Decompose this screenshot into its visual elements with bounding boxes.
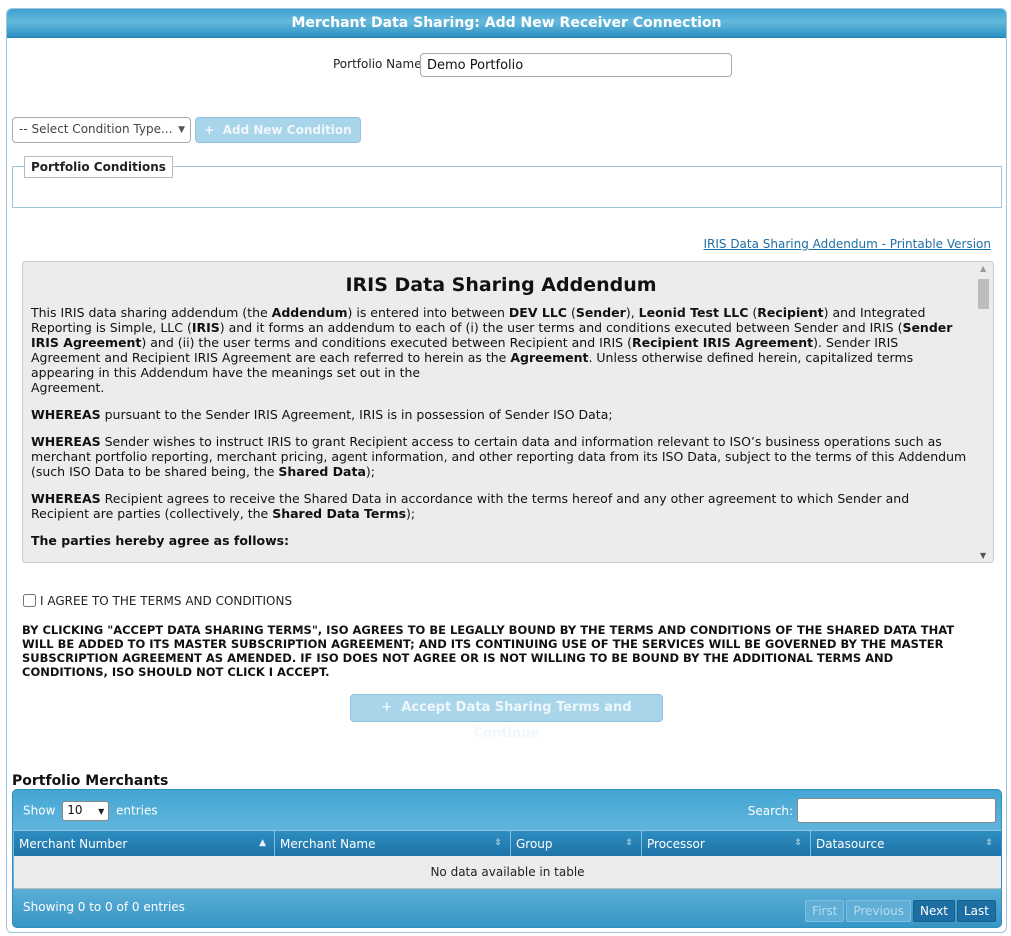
portfolio-name-input[interactable] [420,53,732,77]
search-input[interactable] [797,798,996,823]
addendum-title: IRIS Data Sharing Addendum [345,274,657,296]
legal-notice: BY CLICKING "ACCEPT DATA SHARING TERMS",… [22,623,955,679]
entries-label: entries [116,803,158,818]
addendum-scroll-box[interactable]: IRIS Data Sharing Addendum This IRIS dat… [22,261,994,563]
pagination: First Previous Next Last [803,900,996,922]
sort-icon: ⇳ [794,838,802,848]
portfolio-conditions-legend: Portfolio Conditions [24,156,173,178]
column-merchant-number[interactable]: Merchant Number ▲ [14,831,275,856]
scrollbar-thumb[interactable] [978,279,989,309]
chevron-down-icon: ▼ [178,125,185,135]
page-length-select[interactable]: 10 ▼ [62,801,110,821]
addendum-content: IRIS Data Sharing Addendum This IRIS dat… [31,262,971,560]
addendum-paragraph-intro: This IRIS data sharing addendum (the Add… [31,305,953,395]
scroll-down-icon[interactable]: ▼ [980,551,986,560]
portfolio-name-row: Portfolio Name [7,53,1006,77]
scroll-up-icon[interactable]: ▲ [980,264,986,273]
empty-table-message: No data available in table [14,856,1001,889]
plus-icon: + [204,123,215,137]
addendum-scrollbar[interactable]: ▲ ▼ [976,262,993,562]
show-label: Show [23,803,56,818]
pager-last-button[interactable]: Last [957,900,996,922]
column-processor[interactable]: Processor ⇳ [642,831,811,856]
add-new-condition-label: Add New Condition [222,123,352,137]
page-length-value: 10 [67,803,83,817]
data-sharing-dialog: Merchant Data Sharing: Add New Receiver … [6,8,1007,933]
dialog-title: Merchant Data Sharing: Add New Receiver … [7,9,1006,38]
accept-terms-label: Accept Data Sharing Terms and Continue [401,700,632,741]
condition-type-selected: -- Select Condition Type... [19,122,173,136]
printable-version-link[interactable]: IRIS Data Sharing Addendum - Printable V… [703,237,991,251]
column-merchant-name[interactable]: Merchant Name ⇳ [275,831,511,856]
portfolio-name-label: Portfolio Name [333,57,422,71]
portfolio-merchants-title: Portfolio Merchants [12,773,169,789]
search-label: Search: [747,804,793,818]
sort-icon: ⇳ [494,838,502,848]
agree-terms-label: I AGREE TO THE TERMS AND CONDITIONS [40,594,293,608]
table-header-row: Merchant Number ▲ Merchant Name ⇳ Group ⇳ P… [14,830,1001,856]
sort-icon: ⇳ [625,838,633,848]
addendum-paragraph-whereas-2: WHEREAS Sender wishes to instruct IRIS t… [31,434,967,479]
pager-first-button[interactable]: First [805,900,845,922]
column-group[interactable]: Group ⇳ [511,831,642,856]
sort-icon: ⇳ [985,838,993,848]
table-toolbar: Show 10 ▼ entries Search: [13,790,1001,830]
condition-type-select[interactable]: -- Select Condition Type... ▼ [12,117,191,143]
merchants-table: Merchant Number ▲ Merchant Name ⇳ Group ⇳ P… [14,830,1001,889]
addendum-paragraph-whereas-1: WHEREAS pursuant to the Sender IRIS Agre… [31,407,613,422]
plus-icon: + [381,700,393,715]
agree-terms-checkbox[interactable] [23,594,36,607]
accept-terms-button[interactable]: + Accept Data Sharing Terms and Continue [350,694,663,741]
pager-previous-button[interactable]: Previous [846,900,912,922]
addendum-paragraph-whereas-3: WHEREAS Recipient agrees to receive the … [31,491,910,521]
page-length-control: Show 10 ▼ entries [23,801,158,821]
column-datasource[interactable]: Datasource ⇳ [811,831,1001,856]
add-new-condition-button[interactable]: + Add New Condition [195,117,361,143]
sort-asc-icon: ▲ [259,838,266,848]
table-info: Showing 0 to 0 of 0 entries [23,900,185,914]
chevron-down-icon: ▼ [98,807,105,816]
merchants-table-wrapper: Show 10 ▼ entries Search: Merchant Numbe… [12,789,1002,928]
addendum-paragraph-agree: The parties hereby agree as follows: [31,533,290,548]
agree-terms-row[interactable]: I AGREE TO THE TERMS AND CONDITIONS [23,594,292,608]
portfolio-conditions-fieldset: Portfolio Conditions [12,156,1002,208]
pager-next-button[interactable]: Next [913,900,955,922]
